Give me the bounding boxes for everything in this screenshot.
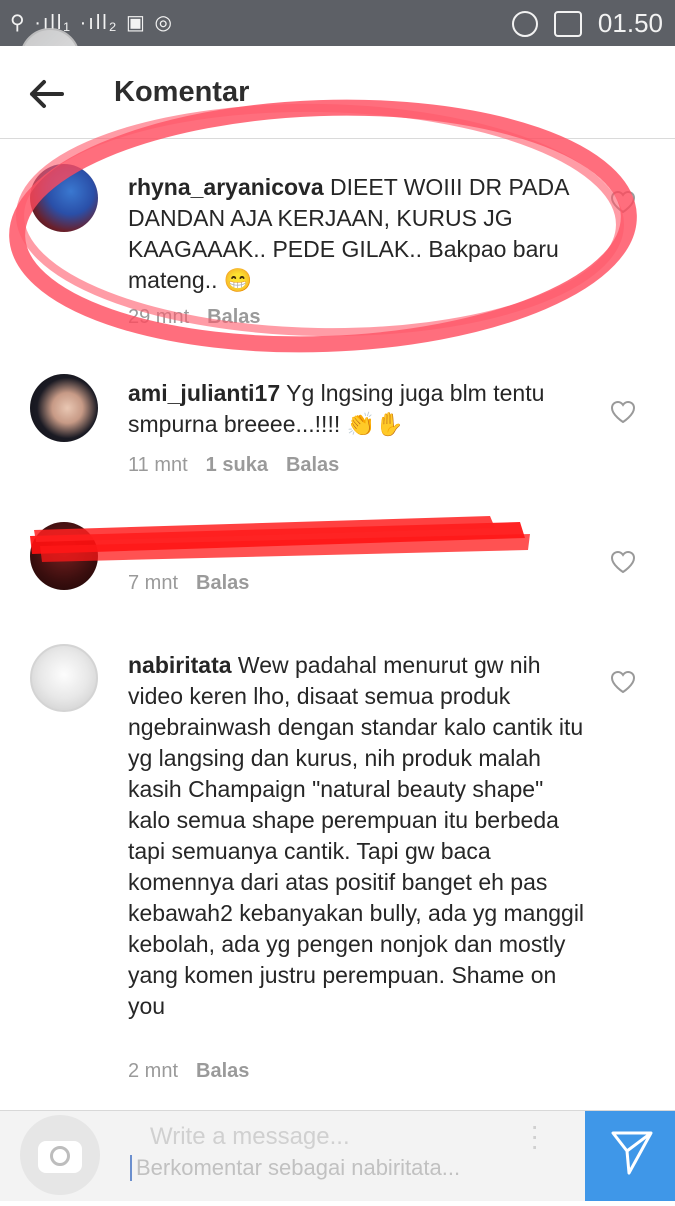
comment-meta: 11 mnt 1 suka Balas	[128, 454, 339, 477]
heart-icon[interactable]	[610, 550, 636, 574]
send-icon	[611, 1131, 653, 1175]
comment-composer: Write a message... Berkomentar sebagai n…	[0, 1110, 675, 1201]
message-overlay-hint: Write a message...	[150, 1123, 350, 1150]
comment-time: 11 mnt	[128, 454, 188, 476]
reply-button[interactable]: Balas	[196, 1060, 249, 1083]
camera-lens-icon	[50, 1146, 70, 1166]
comment-text: ami_julianti17 Yg lngsing juga blm tentu…	[128, 378, 588, 440]
avatar[interactable]	[30, 644, 98, 712]
heart-icon[interactable]	[610, 400, 636, 424]
comment-username[interactable]: ami_julianti17	[128, 380, 280, 406]
camera-button[interactable]	[20, 1115, 100, 1195]
comment-text: nabiritata Wew padahal menurut gw nih vi…	[128, 650, 588, 1022]
comment-time: 2 mnt	[128, 1060, 179, 1082]
battery-icon	[553, 10, 582, 37]
comment-message: Wew padahal menurut gw nih video keren l…	[128, 652, 585, 1019]
reply-button[interactable]: Balas	[286, 454, 339, 477]
annotation-circle	[9, 99, 637, 353]
more-options-icon[interactable]: · · ·	[530, 1112, 539, 1160]
redaction-mark	[30, 516, 530, 562]
send-button[interactable]	[585, 1111, 675, 1201]
comment-meta: 2 mnt Balas	[128, 1060, 249, 1083]
clock: 01.50	[597, 8, 663, 38]
comment-username[interactable]: nabiritata	[128, 652, 232, 678]
like-count[interactable]: 1 suka	[206, 454, 268, 477]
alarm-icon	[511, 10, 538, 37]
avatar[interactable]	[30, 374, 98, 442]
status-right: 01.50	[511, 8, 663, 39]
heart-icon[interactable]	[610, 670, 636, 694]
comment-input-placeholder[interactable]: Berkomentar sebagai nabiritata...	[130, 1155, 460, 1181]
